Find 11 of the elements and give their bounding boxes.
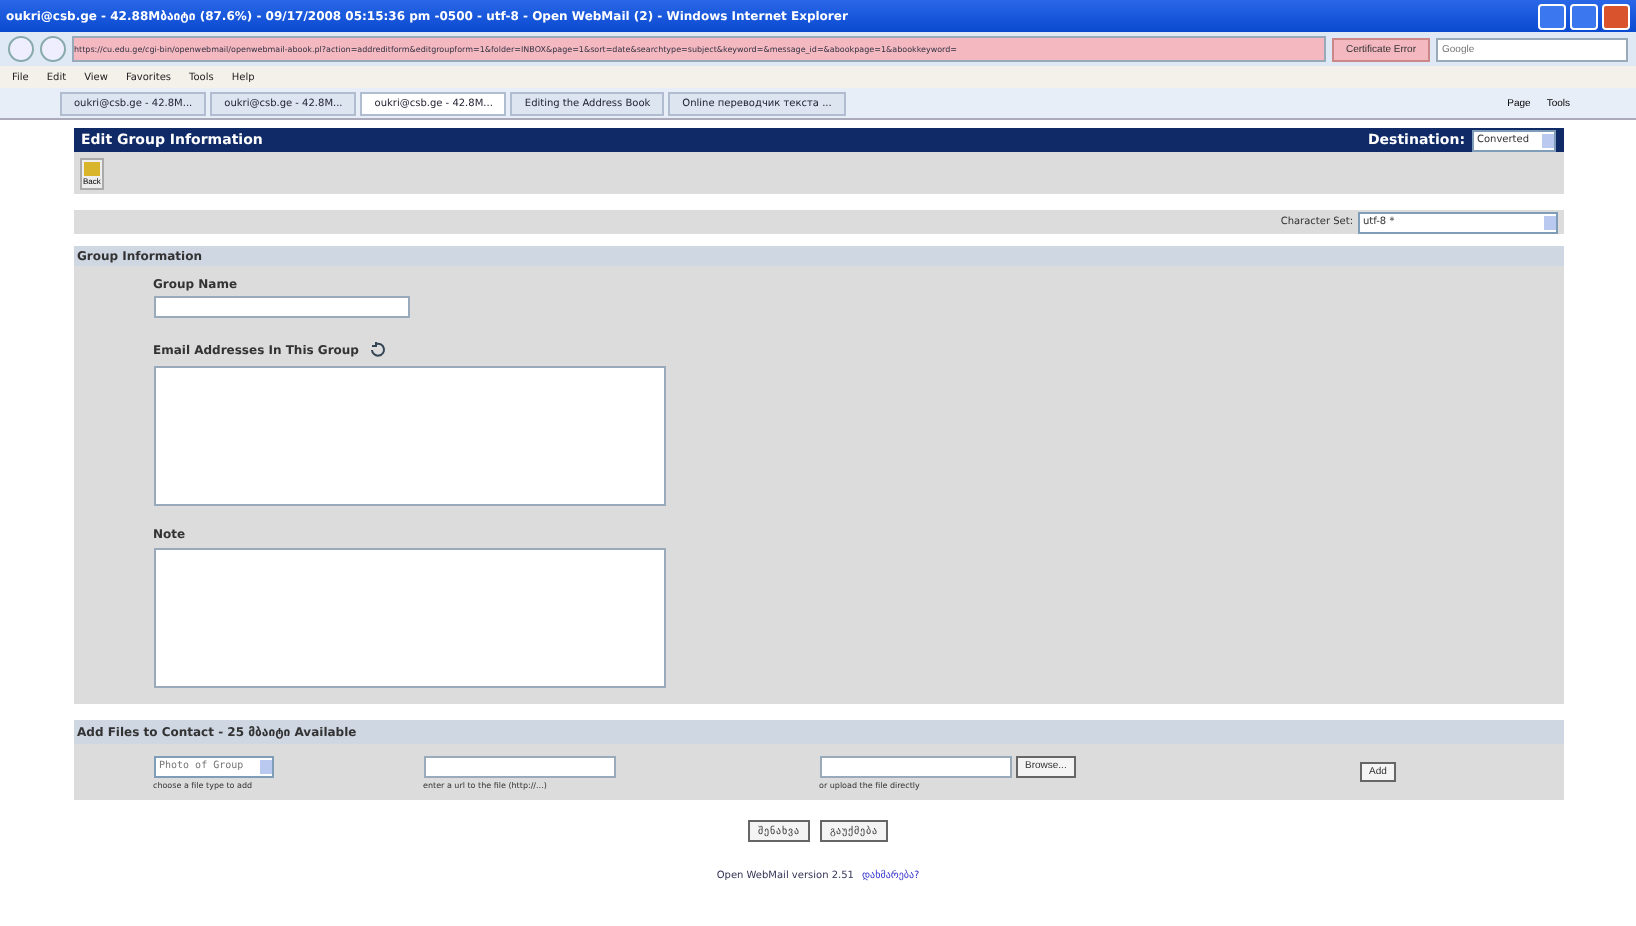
note-field[interactable] bbox=[153, 548, 665, 688]
email-addresses-field[interactable] bbox=[153, 366, 665, 506]
back-button[interactable] bbox=[8, 36, 34, 62]
forward-button[interactable] bbox=[40, 36, 66, 62]
file-url-field[interactable] bbox=[423, 755, 615, 777]
maximize-button[interactable] bbox=[1570, 3, 1598, 29]
group-name-field[interactable] bbox=[153, 296, 409, 318]
refresh-icon[interactable] bbox=[368, 342, 389, 360]
file-path-field[interactable] bbox=[819, 755, 1011, 777]
close-button[interactable] bbox=[1602, 3, 1630, 29]
minimize-button[interactable] bbox=[1538, 3, 1566, 29]
